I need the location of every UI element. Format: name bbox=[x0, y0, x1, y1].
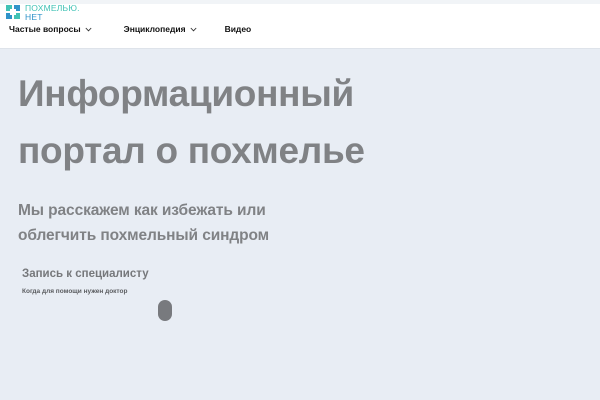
nav-item-label: Частые вопросы bbox=[9, 24, 81, 34]
nav-item-encyclopedia[interactable]: Энциклопедия bbox=[124, 24, 197, 34]
nav-item-video[interactable]: Видео bbox=[225, 24, 252, 34]
chevron-down-icon bbox=[190, 27, 197, 31]
header-top-strip bbox=[0, 0, 600, 4]
appointment-link[interactable]: Запись к специалисту bbox=[22, 268, 149, 280]
main-nav: Частые вопросы Энциклопедия Видео bbox=[9, 24, 251, 34]
nav-item-label: Энциклопедия bbox=[123, 24, 186, 34]
cross-logo-icon bbox=[6, 5, 20, 19]
logo-line-2: НЕТ bbox=[25, 12, 43, 22]
chevron-down-icon bbox=[85, 27, 92, 31]
hero-title: Информационный портал о похмелье bbox=[18, 73, 365, 171]
logo-text: ПОХМЕЛЬЮ. НЕТ bbox=[25, 4, 80, 22]
site-logo[interactable]: ПОХМЕЛЬЮ. НЕТ bbox=[6, 4, 80, 22]
when-doctor-link[interactable]: Когда для помощи нужен доктор bbox=[22, 288, 127, 295]
scroll-indicator[interactable] bbox=[158, 300, 172, 321]
nav-item-label: Видео bbox=[224, 24, 252, 34]
nav-item-faq[interactable]: Частые вопросы bbox=[9, 24, 92, 34]
site-header: ПОХМЕЛЬЮ. НЕТ Частые вопросы Энциклопеди… bbox=[0, 0, 600, 48]
hero-subtitle: Мы расскажем как избежать или облегчить … bbox=[18, 202, 270, 244]
